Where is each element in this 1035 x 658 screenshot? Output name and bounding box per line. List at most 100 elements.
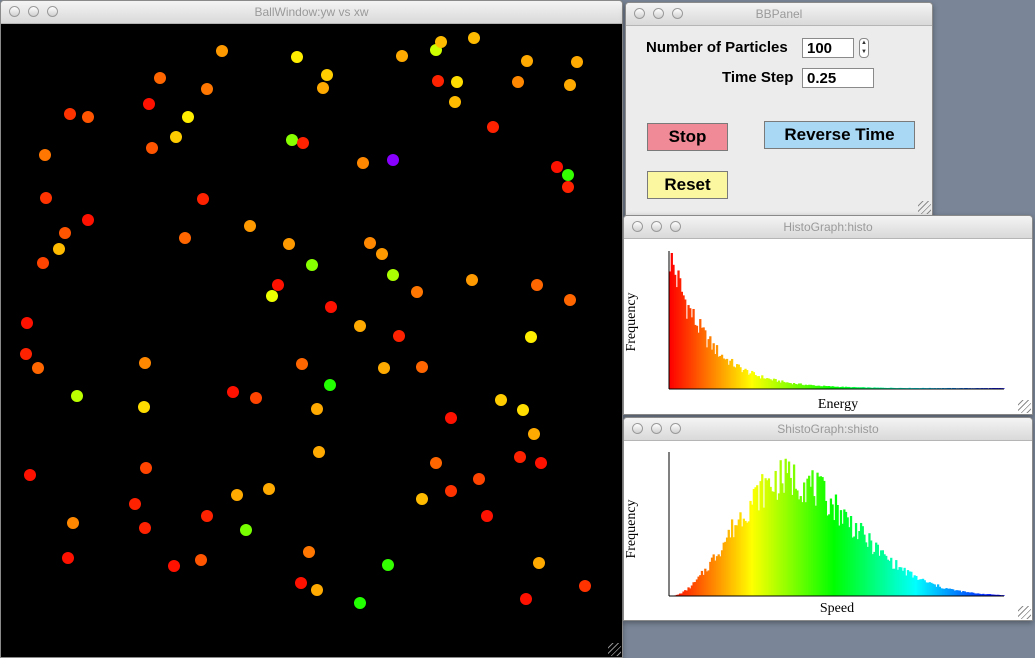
particle	[154, 72, 166, 84]
particle	[449, 96, 461, 108]
particle	[387, 154, 399, 166]
particle	[432, 75, 444, 87]
ball-window-titlebar[interactable]: BallWindow:yw vs xw	[1, 1, 622, 24]
timestep-field[interactable]	[802, 68, 874, 88]
particle-plot	[20, 32, 591, 609]
particle	[487, 121, 499, 133]
particle	[466, 274, 478, 286]
particle	[39, 149, 51, 161]
particle	[283, 238, 295, 250]
particle	[297, 137, 309, 149]
particle	[416, 493, 428, 505]
resize-handle-icon[interactable]	[918, 201, 931, 214]
particle	[179, 232, 191, 244]
particle	[296, 358, 308, 370]
particle	[531, 279, 543, 291]
particle	[201, 510, 213, 522]
particle	[146, 142, 158, 154]
particle	[354, 320, 366, 332]
resize-handle-icon[interactable]	[1018, 606, 1031, 619]
particle	[20, 348, 32, 360]
particle	[240, 524, 252, 536]
particle	[82, 111, 94, 123]
particle	[170, 131, 182, 143]
particle	[445, 485, 457, 497]
particle	[535, 457, 547, 469]
particle	[520, 593, 532, 605]
particle	[451, 76, 463, 88]
particle	[430, 457, 442, 469]
particle	[357, 157, 369, 169]
particle	[250, 392, 262, 404]
particle	[295, 577, 307, 589]
particle	[303, 546, 315, 558]
speed-histogram-window[interactable]: ShistoGraph:shisto Frequency Speed	[623, 417, 1033, 621]
particle	[481, 510, 493, 522]
speed-histogram-titlebar[interactable]: ShistoGraph:shisto	[624, 418, 1032, 441]
resize-handle-icon[interactable]	[1018, 400, 1031, 413]
particle	[411, 286, 423, 298]
energy-histogram-chart	[668, 251, 1005, 390]
particle	[168, 560, 180, 572]
particle	[71, 390, 83, 402]
particle	[143, 98, 155, 110]
particle	[227, 386, 239, 398]
particle	[562, 181, 574, 193]
energy-y-axis-label: Frequency	[624, 292, 639, 352]
reset-button[interactable]: Reset	[647, 171, 728, 199]
particles-field[interactable]	[802, 38, 854, 58]
speed-x-axis-label: Speed	[819, 601, 855, 616]
particle	[59, 227, 71, 239]
particle	[21, 317, 33, 329]
particles-stepper[interactable]: ▲ ▼	[859, 38, 869, 58]
particle	[53, 243, 65, 255]
particle	[64, 108, 76, 120]
particle	[32, 362, 44, 374]
particle	[291, 51, 303, 63]
particle	[445, 412, 457, 424]
particle	[286, 134, 298, 146]
energy-histogram-window[interactable]: HistoGraph:histo Frequency Energy	[623, 215, 1033, 415]
particle	[201, 83, 213, 95]
speed-histogram-chart	[668, 452, 1005, 597]
particle	[435, 36, 447, 48]
particle-canvas	[1, 24, 622, 657]
particle	[272, 279, 284, 291]
energy-x-axis-label: Energy	[817, 397, 859, 412]
speed-plot-area: Frequency Speed	[624, 441, 1032, 620]
particle	[495, 394, 507, 406]
particle	[416, 361, 428, 373]
stop-button[interactable]: Stop	[647, 123, 728, 151]
bb-panel-window[interactable]: BBPanel Number of Particles ▲▼ Time Step…	[625, 2, 933, 216]
particle	[140, 462, 152, 474]
particle	[354, 597, 366, 609]
reverse-time-button[interactable]: Reverse Time	[764, 121, 915, 149]
particle	[24, 469, 36, 481]
particle	[376, 248, 388, 260]
particle	[562, 169, 574, 181]
timestep-label: Time Step	[722, 69, 794, 86]
histogram-titlebar[interactable]: HistoGraph:histo	[624, 216, 1032, 239]
particle	[571, 56, 583, 68]
particle	[533, 557, 545, 569]
bb-panel-titlebar[interactable]: BBPanel	[626, 3, 932, 26]
histogram-title: HistoGraph:histo	[783, 220, 873, 234]
particle	[62, 552, 74, 564]
speed-histogram-title: ShistoGraph:shisto	[777, 422, 879, 436]
particle	[317, 82, 329, 94]
resize-handle-icon[interactable]	[608, 643, 621, 656]
particle	[321, 69, 333, 81]
particle	[197, 193, 209, 205]
particle	[525, 331, 537, 343]
particle	[396, 50, 408, 62]
particle	[564, 294, 576, 306]
particle	[473, 473, 485, 485]
particle	[324, 379, 336, 391]
particle	[311, 584, 323, 596]
energy-plot-area: Frequency Energy	[624, 239, 1032, 414]
particle	[138, 401, 150, 413]
particle	[378, 362, 390, 374]
ball-window[interactable]: BallWindow:yw vs xw	[0, 0, 623, 658]
particle	[325, 301, 337, 313]
ball-window-title: BallWindow:yw vs xw	[254, 5, 369, 19]
